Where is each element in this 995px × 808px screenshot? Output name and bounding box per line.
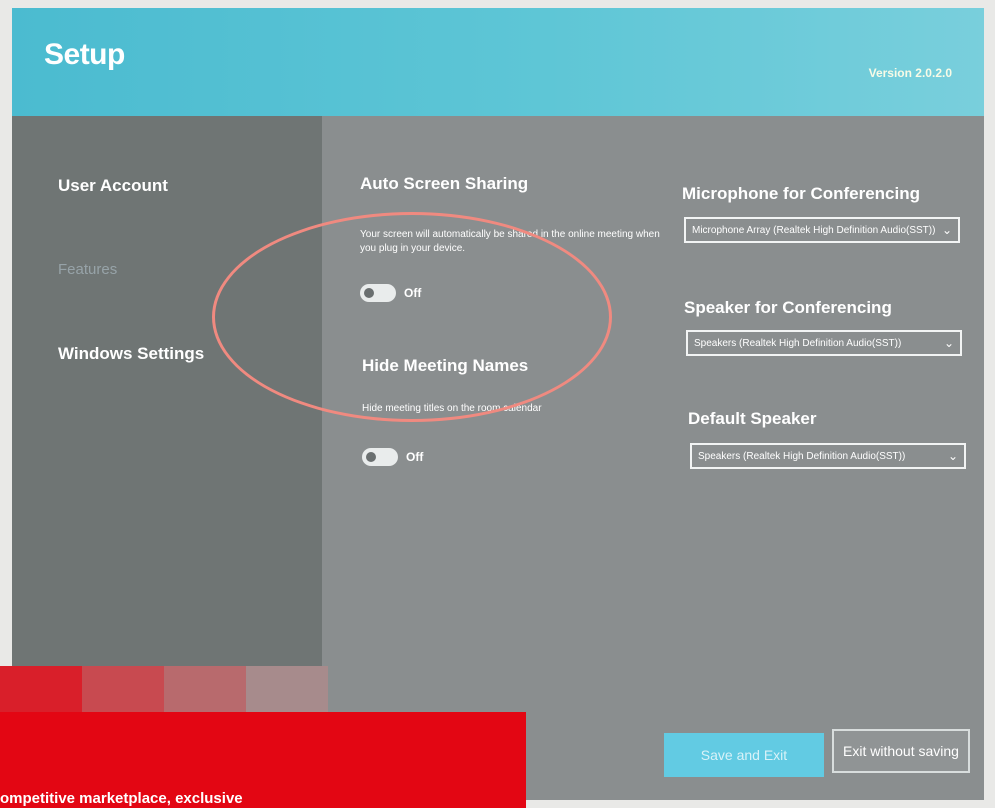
sidebar-item-features[interactable]: Features bbox=[58, 261, 117, 278]
red-tiles bbox=[0, 666, 328, 712]
sidebar-item-windows-settings[interactable]: Windows Settings bbox=[58, 344, 204, 364]
toggle-knob bbox=[366, 452, 376, 462]
chevron-down-icon: ⌄ bbox=[943, 336, 954, 350]
default-speaker-select[interactable]: Speakers (Realtek High Definition Audio(… bbox=[690, 443, 966, 469]
speaker-value: Speakers (Realtek High Definition Audio(… bbox=[694, 337, 902, 349]
exit-without-saving-button[interactable]: Exit without saving bbox=[832, 729, 970, 773]
auto-screen-sharing-description: Your screen will automatically be shared… bbox=[360, 229, 660, 254]
header: Setup Version 2.0.2.0 bbox=[12, 8, 984, 116]
save-and-exit-button[interactable]: Save and Exit bbox=[664, 733, 824, 777]
page-title: Setup bbox=[44, 38, 125, 71]
hide-meeting-names-description: Hide meeting titles on the room calendar bbox=[362, 403, 542, 414]
hide-meeting-names-title: Hide Meeting Names bbox=[362, 356, 529, 375]
speaker-select[interactable]: Speakers (Realtek High Definition Audio(… bbox=[686, 330, 962, 356]
microphone-label: Microphone for Conferencing bbox=[682, 184, 920, 203]
toggle-switch[interactable] bbox=[362, 448, 398, 466]
tile bbox=[0, 666, 82, 712]
tile bbox=[82, 666, 164, 712]
microphone-value: Microphone Array (Realtek High Definitio… bbox=[692, 224, 936, 236]
tile bbox=[246, 666, 328, 712]
hide-meeting-names-toggle[interactable]: Off bbox=[362, 448, 423, 466]
auto-screen-sharing-toggle[interactable]: Off bbox=[360, 284, 421, 302]
auto-screen-sharing-title: Auto Screen Sharing bbox=[360, 174, 529, 193]
microphone-select[interactable]: Microphone Array (Realtek High Definitio… bbox=[684, 217, 960, 243]
default-speaker-value: Speakers (Realtek High Definition Audio(… bbox=[698, 450, 906, 462]
chevron-down-icon: ⌄ bbox=[941, 223, 952, 237]
toggle-knob bbox=[364, 288, 374, 298]
version-label: Version 2.0.2.0 bbox=[868, 66, 952, 80]
tile bbox=[164, 666, 246, 712]
chevron-down-icon: ⌄ bbox=[947, 449, 958, 463]
auto-screen-sharing-state: Off bbox=[404, 286, 422, 300]
speaker-label: Speaker for Conferencing bbox=[684, 298, 892, 317]
features-panel: Auto Screen Sharing Your screen will aut… bbox=[322, 116, 984, 800]
banner-text: ompetitive marketplace, exclusive bbox=[0, 790, 243, 807]
default-speaker-label: Default Speaker bbox=[688, 409, 817, 428]
toggle-switch[interactable] bbox=[360, 284, 396, 302]
sidebar-item-user-account[interactable]: User Account bbox=[58, 176, 168, 196]
hide-meeting-names-state: Off bbox=[406, 450, 424, 464]
